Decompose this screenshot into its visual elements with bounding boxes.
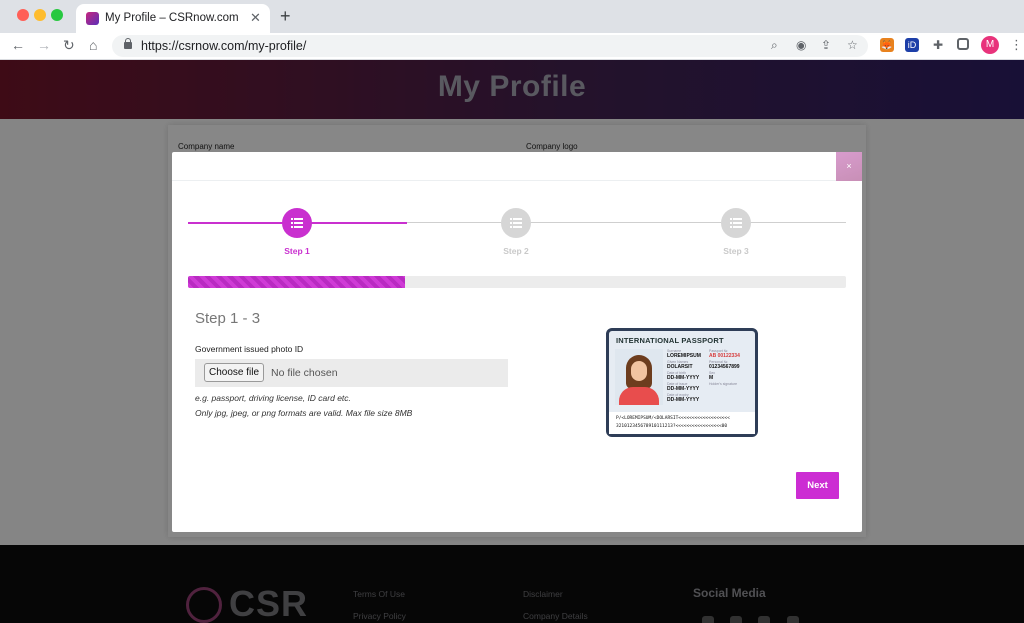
step-2-label: Step 2	[503, 246, 529, 256]
zoom-icon[interactable]: ⌕	[771, 38, 778, 53]
home-icon[interactable]: ⌂	[89, 37, 97, 53]
list-icon	[510, 218, 522, 228]
window-minimize-button[interactable]	[34, 9, 46, 21]
step-progress-bar	[188, 276, 846, 288]
passport-personal-number: 01234567899	[709, 364, 740, 370]
help-text-examples: e.g. passport, driving license, ID card …	[195, 393, 351, 403]
site-favicon-icon	[86, 12, 99, 25]
choose-file-button[interactable]: Choose file	[204, 363, 265, 382]
step-3-label: Step 3	[723, 246, 749, 256]
passport-photo-icon	[615, 349, 663, 405]
passport-date-1: DD-MM-YYYY	[667, 375, 700, 381]
file-status-text: No file chosen	[271, 367, 338, 379]
passport-number: AB 00122334	[709, 353, 740, 359]
tab-close-icon[interactable]: ✕	[250, 10, 261, 26]
tab-title: My Profile – CSRnow.com	[105, 12, 239, 24]
passport-mrz-line-1: P/<LOREMIPSUM/<DOLARSIT<<<<<<<<<<<<<<<<<…	[616, 416, 730, 421]
browser-toolbar: ← → ↻ ⌂ https://csrnow.com/my-profile/ ⌕…	[0, 33, 1024, 60]
new-tab-button[interactable]: +	[280, 6, 291, 27]
id-extension-icon[interactable]: iD	[905, 38, 919, 52]
passport-illustration: INTERNATIONAL PASSPORT Surname LOREMIPSU…	[606, 328, 758, 437]
forward-icon[interactable]: →	[37, 37, 51, 53]
eye-icon[interactable]: ◉	[796, 38, 806, 52]
lock-icon[interactable]	[124, 38, 132, 49]
step-connector-pending	[407, 222, 846, 223]
step-3-indicator[interactable]	[721, 208, 751, 238]
browser-tab[interactable]: My Profile – CSRnow.com ✕	[76, 4, 270, 33]
photo-id-label: Government issued photo ID	[195, 344, 304, 354]
passport-date-2: DD-MM-YYYY	[667, 386, 700, 392]
id-upload-modal: × Step 1 Step 2 Step 3 Step 1 - 3 Govern…	[172, 152, 862, 532]
bookmark-star-icon[interactable]: ☆	[847, 38, 858, 52]
reload-icon[interactable]: ↻	[63, 37, 75, 54]
step-1-label: Step 1	[284, 246, 310, 256]
back-icon[interactable]: ←	[11, 37, 25, 53]
modal-close-button[interactable]: ×	[836, 152, 862, 181]
profile-avatar[interactable]: M	[981, 36, 999, 54]
passport-surname: LOREMIPSUM	[667, 353, 701, 359]
list-icon	[730, 218, 742, 228]
photo-id-file-input[interactable]: Choose file No file chosen	[195, 359, 508, 387]
passport-sex: M	[709, 375, 714, 381]
help-text-formats: Only jpg, jpeg, or png formats are valid…	[195, 408, 413, 418]
side-panel-icon[interactable]	[957, 38, 969, 50]
url-text[interactable]: https://csrnow.com/my-profile/	[141, 39, 306, 53]
passport-title: INTERNATIONAL PASSPORT	[616, 336, 724, 345]
browser-tab-bar: My Profile – CSRnow.com ✕ +	[0, 0, 1024, 33]
browser-menu-icon[interactable]: ⋮	[1010, 37, 1023, 53]
modal-header: ×	[172, 152, 862, 181]
share-icon[interactable]: ⇪	[821, 38, 831, 52]
passport-mrz-line-2: 321012345678910111213?<<<<<<<<<<<<<<<<<0…	[616, 424, 728, 429]
list-icon	[291, 218, 303, 228]
step-progress-fill	[188, 276, 406, 288]
window-zoom-button[interactable]	[51, 9, 63, 21]
step-heading: Step 1 - 3	[195, 310, 261, 327]
passport-date-3: DD-MM-YYYY	[667, 397, 700, 403]
passport-given-name: DOLARSIT	[667, 364, 693, 370]
address-bar[interactable]: https://csrnow.com/my-profile/ ⌕ ◉ ⇪ ☆	[112, 35, 868, 57]
metamask-extension-icon[interactable]: 🦊	[880, 38, 894, 52]
step-1-indicator[interactable]	[282, 208, 312, 238]
step-2-indicator[interactable]	[501, 208, 531, 238]
window-close-button[interactable]	[17, 9, 29, 21]
next-button[interactable]: Next	[796, 472, 839, 499]
extensions-puzzle-icon[interactable]: ✚	[931, 38, 945, 52]
